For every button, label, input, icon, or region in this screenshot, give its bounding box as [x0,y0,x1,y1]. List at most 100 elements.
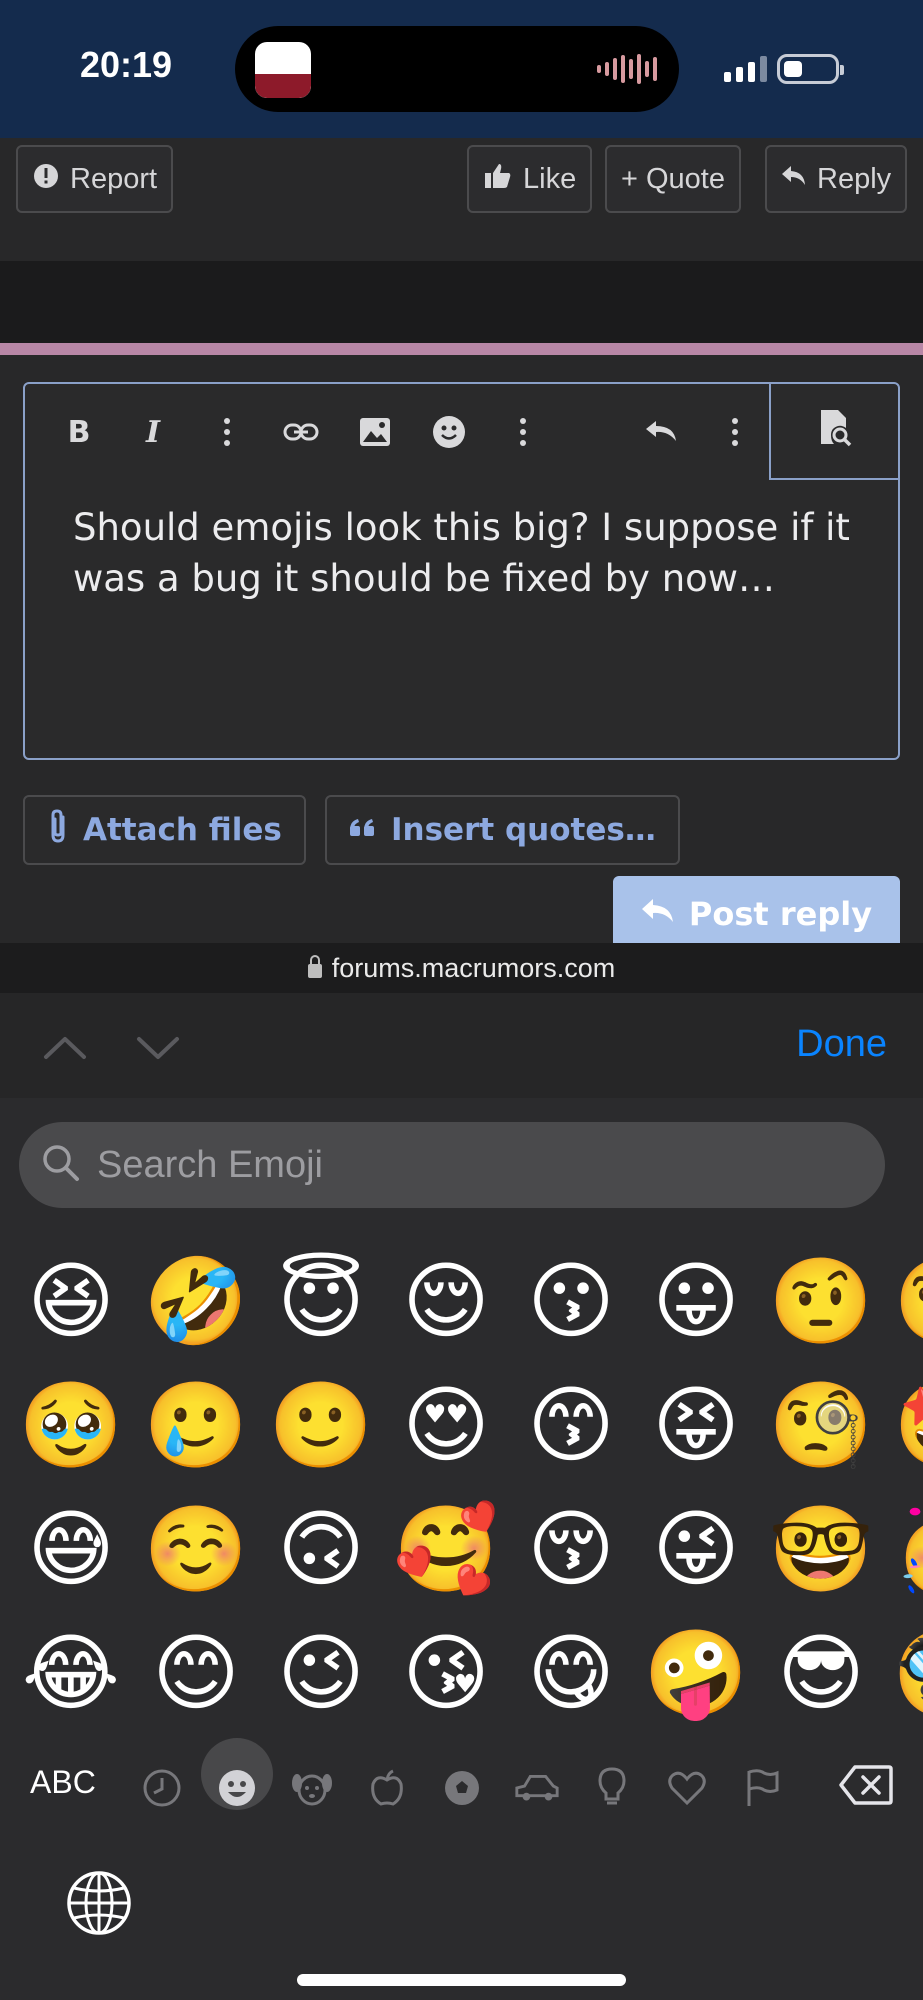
emoji-key[interactable]: 😜 [641,1494,751,1604]
more-options-icon[interactable] [711,408,759,456]
emoji-key[interactable]: 🧐 [891,1246,923,1356]
heart-icon[interactable] [663,1764,711,1812]
emoji-key[interactable]: 😙 [516,1370,626,1480]
backspace-icon [839,1765,893,1810]
emoji-key[interactable]: 😂 [16,1618,126,1728]
emoji-grid: 😆🤣😇😌😗😛🤨🧐🥹🥲🙂😍😙😝🧐🤩😅☺️🙃🥰😚😜🤓🥳😂😊😉😘😋🤪😎🥸 [0,1246,923,1746]
emoji-key[interactable]: 🤣 [141,1246,251,1356]
lock-icon [307,955,322,978]
emoji-key[interactable]: 🧐 [766,1370,876,1480]
reply-label: Reply [817,162,892,195]
form-accessory-bar: Done [0,993,923,1098]
home-indicator[interactable] [297,1974,626,1986]
emoji-key[interactable]: 😘 [391,1618,501,1728]
chevron-up-icon[interactable] [40,1023,90,1073]
now-playing-app-icon [255,42,311,98]
post-reply-button[interactable]: Post reply [613,876,900,943]
done-button[interactable]: Done [796,1023,887,1066]
emoji-keyboard: 😆🤣😇😌😗😛🤨🧐🥹🥲🙂😍😙😝🧐🤩😅☺️🙃🥰😚😜🤓🥳😂😊😉😘😋🤪😎🥸 ABC [0,1098,923,2000]
emoji-key[interactable]: 😝 [641,1370,751,1480]
reply-icon [641,895,675,933]
emoji-key[interactable]: 🥲 [141,1370,251,1480]
emoji-key[interactable]: 🤓 [766,1494,876,1604]
search-icon [41,1143,81,1187]
emoji-key[interactable]: 🥹 [16,1370,126,1480]
emoji-key[interactable]: 😅 [16,1494,126,1604]
emoji-key[interactable]: 🤨 [766,1246,876,1356]
emoji-key[interactable]: 🥳 [891,1494,923,1604]
post-reply-label: Post reply [688,894,873,933]
quote-label: + Quote [621,162,725,195]
emoji-key[interactable]: 😋 [516,1618,626,1728]
chevron-down-icon[interactable] [133,1023,183,1073]
accent-line [0,343,923,355]
emoji-key[interactable]: 😚 [516,1494,626,1604]
flag-icon[interactable] [738,1764,786,1812]
emoji-key[interactable]: 😆 [16,1246,126,1356]
emoji-key[interactable]: 🙂 [266,1370,376,1480]
dog-icon[interactable] [288,1764,336,1812]
more-options-icon[interactable] [203,408,251,456]
section-divider [0,261,923,343]
lightbulb-icon[interactable] [588,1764,636,1812]
smiley-icon[interactable] [425,408,473,456]
undo-icon[interactable] [638,408,686,456]
quote-marks-icon [349,812,377,848]
thumbs-up-icon [483,161,513,198]
abc-keyboard-button[interactable]: ABC [30,1764,96,1801]
emoji-key[interactable]: 😇 [266,1246,376,1356]
quote-button[interactable]: + Quote [605,145,741,213]
emoji-search-input[interactable] [97,1143,797,1187]
soccer-icon[interactable] [438,1764,486,1812]
image-icon[interactable] [351,408,399,456]
emoji-key[interactable]: 😌 [391,1246,501,1356]
emoji-key[interactable]: 😗 [516,1246,626,1356]
editor-content[interactable]: Should emojis look this big? I suppose i… [73,502,858,604]
emoji-key[interactable]: 😎 [766,1618,876,1728]
forum-page: Report Like + Quote Reply B I Should emo… [0,138,923,943]
report-button[interactable]: Report [16,145,174,213]
delete-key[interactable] [839,1764,893,1810]
emoji-key[interactable]: 😉 [266,1618,376,1728]
emoji-search[interactable] [19,1122,885,1208]
like-button[interactable]: Like [467,145,593,213]
paperclip-icon [47,807,69,853]
reply-button[interactable]: Reply [765,145,908,213]
apple-icon[interactable] [363,1764,411,1812]
emoji-key[interactable]: 🤪 [641,1618,751,1728]
editor-toolbar: B I [25,382,900,480]
dynamic-island[interactable] [235,26,679,112]
more-options-icon[interactable] [499,408,547,456]
insert-quotes-button[interactable]: Insert quotes… [325,795,680,865]
attach-files-label: Attach files [83,812,282,848]
bold-icon[interactable]: B [55,408,103,456]
emoji-key[interactable]: 😛 [641,1246,751,1356]
emoji-key[interactable]: 🙃 [266,1494,376,1604]
status-bar: 20:19 [0,0,923,138]
emoji-key[interactable]: ☺️ [141,1494,251,1604]
audio-waveform-icon [597,54,657,84]
emoji-key[interactable]: 🤩 [891,1370,923,1480]
signal-icon [724,56,767,82]
emoji-key[interactable]: 🥸 [891,1618,923,1728]
reply-icon [781,163,807,195]
preview-icon [818,408,854,452]
insert-quotes-label: Insert quotes… [391,812,656,848]
clock-icon[interactable] [138,1764,186,1812]
link-icon[interactable] [277,408,325,456]
alert-icon [32,162,60,197]
italic-icon[interactable]: I [129,408,177,456]
preview-button[interactable] [769,382,900,480]
url-bar[interactable]: forums.macrumors.com [0,943,923,993]
emoji-key[interactable]: 🥰 [391,1494,501,1604]
attach-files-button[interactable]: Attach files [23,795,306,865]
globe-icon[interactable] [66,1870,132,1940]
emoji-category-bar: ABC [0,1738,923,1838]
smiley-icon[interactable] [213,1764,261,1812]
report-label: Report [70,162,158,195]
like-label: Like [523,162,577,195]
reply-editor[interactable]: B I Should emojis look this big? I suppo… [23,382,900,760]
emoji-key[interactable]: 😍 [391,1370,501,1480]
emoji-key[interactable]: 😊 [141,1618,251,1728]
car-icon[interactable] [513,1764,561,1812]
